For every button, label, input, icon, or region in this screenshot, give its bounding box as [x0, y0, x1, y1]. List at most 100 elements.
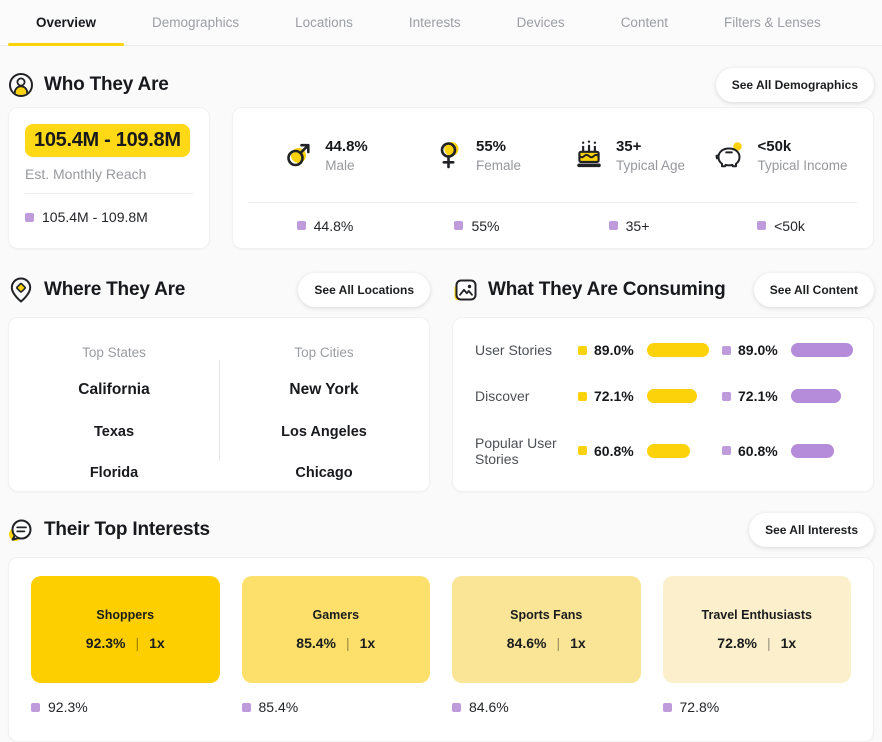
tab-label: Interests [409, 15, 461, 30]
interest-value: 85.4% [296, 635, 336, 651]
city-item: Chicago [219, 465, 429, 481]
interest-name: Travel Enthusiasts [702, 608, 812, 622]
stat-label: Male [325, 158, 368, 173]
yellow-bar [647, 343, 709, 357]
metric-value: 89.0% [594, 342, 640, 358]
interest-multiplier: 1x [781, 635, 797, 651]
metric-value: 60.8% [738, 443, 784, 459]
purple-legend-swatch [452, 703, 461, 712]
consuming-header: What They Are Consuming See All Content [452, 272, 874, 308]
tab-label: Filters & Lenses [724, 15, 821, 30]
yellow-legend-swatch [578, 446, 587, 455]
stat-typical-income: <50k Typical Income [705, 138, 857, 173]
consuming-row-discover: Discover 72.1% 72.1% [475, 388, 873, 404]
legend-value: 92.3% [48, 699, 88, 715]
purple-legend-swatch [454, 221, 463, 230]
interest-value: 72.8% [717, 635, 757, 651]
purple-legend-swatch [297, 221, 306, 230]
legend-value: 85.4% [259, 699, 299, 715]
interest-multiplier: 1x [149, 635, 165, 651]
tab-interests[interactable]: Interests [381, 0, 489, 45]
yellow-legend-swatch [578, 346, 587, 355]
content-image-icon [452, 277, 478, 303]
row-label: User Stories [475, 342, 571, 358]
purple-legend-swatch [722, 446, 731, 455]
tab-locations[interactable]: Locations [267, 0, 381, 45]
tab-label: Demographics [152, 15, 239, 30]
city-item: Los Angeles [219, 424, 429, 440]
top-states-column: Top States California Texas Florida [9, 328, 219, 491]
see-all-locations-button[interactable]: See All Locations [298, 273, 430, 307]
interest-multiplier: 1x [570, 635, 586, 651]
interest-card-shoppers: Shoppers 92.3% | 1x [31, 576, 220, 683]
tab-content[interactable]: Content [593, 0, 696, 45]
speech-bubble-icon [8, 517, 34, 543]
purple-bar [791, 389, 841, 403]
value-separator: | [135, 635, 139, 651]
reach-legend-value: 105.4M - 109.8M [42, 209, 148, 225]
purple-legend-swatch [25, 213, 34, 222]
metric-value: 60.8% [594, 443, 640, 459]
tab-label: Devices [517, 15, 565, 30]
see-all-interests-button[interactable]: See All Interests [749, 513, 874, 547]
stat-label: Typical Age [616, 158, 685, 173]
see-all-demographics-button[interactable]: See All Demographics [716, 68, 874, 102]
purple-legend-swatch [722, 392, 731, 401]
interest-name: Shoppers [96, 608, 154, 622]
tab-devices[interactable]: Devices [489, 0, 593, 45]
interest-value: 92.3% [86, 635, 126, 651]
section-title: What They Are Consuming [488, 279, 725, 301]
male-legend: 44.8% [249, 218, 401, 234]
legend-value: 72.8% [680, 699, 720, 715]
purple-legend-swatch [722, 346, 731, 355]
interest-value-line: 92.3% | 1x [86, 635, 165, 651]
stat-value: <50k [757, 138, 847, 155]
interest-name: Sports Fans [510, 608, 582, 622]
legend-value: 44.8% [314, 218, 354, 234]
income-legend: <50k [705, 218, 857, 234]
stat-male: 44.8% Male [249, 138, 401, 173]
top-cities-column: Top Cities New York Los Angeles Chicago [219, 328, 429, 491]
metric-value: 72.1% [738, 388, 784, 404]
tab-overview[interactable]: Overview [8, 0, 124, 45]
stat-value: 35+ [616, 138, 685, 155]
male-icon [282, 139, 314, 171]
see-all-content-button[interactable]: See All Content [754, 273, 874, 307]
interest-card-sports-fans: Sports Fans 84.6% | 1x [452, 576, 641, 683]
vertical-divider [219, 360, 220, 461]
top-interests-header: Their Top Interests See All Interests [0, 512, 882, 548]
stat-female: 55% Female [401, 138, 553, 173]
sports-fans-legend: 84.6% [452, 699, 641, 715]
gamers-legend: 85.4% [242, 699, 431, 715]
legend-value: 35+ [626, 218, 650, 234]
city-item: New York [219, 381, 429, 399]
top-states-header: Top States [9, 345, 219, 360]
stat-label: Typical Income [757, 158, 847, 173]
section-title: Who They Are [44, 74, 169, 96]
row-label: Discover [475, 388, 571, 404]
location-pin-icon [8, 277, 34, 303]
purple-legend-swatch [609, 221, 618, 230]
where-they-are-header: Where They Are See All Locations [8, 272, 430, 308]
yellow-bar [647, 389, 697, 403]
consuming-row-popular-user-stories: Popular User Stories 60.8% 60.8% [475, 435, 873, 467]
interest-card-travel-enthusiasts: Travel Enthusiasts 72.8% | 1x [663, 576, 852, 683]
divider [25, 193, 193, 194]
metric-value: 72.1% [594, 388, 640, 404]
interest-value-line: 72.8% | 1x [717, 635, 796, 651]
interests-container: Shoppers 92.3% | 1x Gamers 85.4% | 1x Sp… [8, 557, 874, 742]
tab-demographics[interactable]: Demographics [124, 0, 267, 45]
travel-enthusiasts-legend: 72.8% [663, 699, 852, 715]
stat-typical-age: 35+ Typical Age [553, 138, 705, 173]
value-separator: | [767, 635, 771, 651]
tab-label: Content [621, 15, 668, 30]
legend-value: 55% [471, 218, 499, 234]
tab-filters-lenses[interactable]: Filters & Lenses [696, 0, 849, 45]
value-separator: | [346, 635, 350, 651]
purple-legend-swatch [242, 703, 251, 712]
person-circle-icon [8, 72, 34, 98]
state-item: Florida [9, 465, 219, 481]
stat-value: 44.8% [325, 138, 368, 155]
interest-value-line: 84.6% | 1x [507, 635, 586, 651]
active-tab-underline [8, 43, 124, 46]
